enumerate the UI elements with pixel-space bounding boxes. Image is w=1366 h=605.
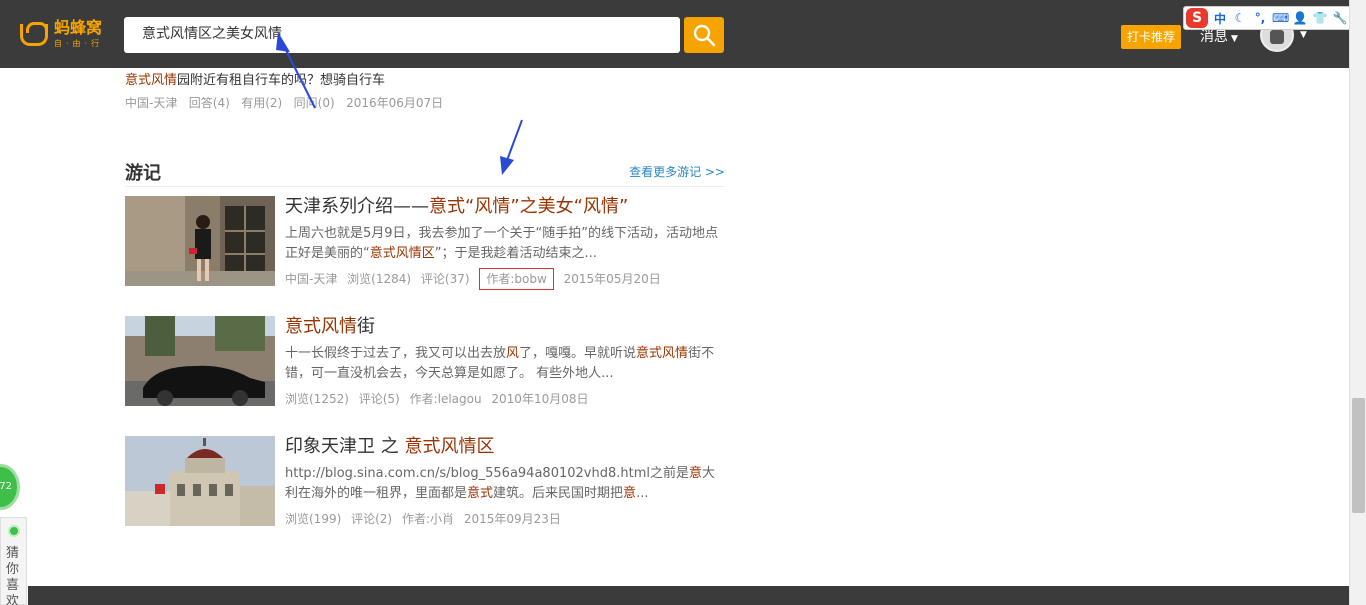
excerpt-highlight: 意式 [467,486,494,501]
qa-title-highlight: 意式风情 [125,73,178,88]
publish-date: 2010年10月08日 [491,392,589,406]
author[interactable]: 作者:bobw [479,268,554,290]
travelogue-thumbnail[interactable] [125,316,275,406]
title-text: 街 [357,316,375,337]
comment-count[interactable]: 评论(37) [421,272,470,286]
view-count: 浏览(1284) [347,272,412,286]
qa-meta: 中国-天津 回答(4) 有用(2) 同问(0) 2016年06月07日 [125,96,444,110]
excerpt-highlight: 意 [688,466,702,481]
top-header: 蚂蜂窝 自·由·行 打卡推荐 消息▼ ▼ [0,0,1349,68]
travelogue-title[interactable]: 意式风情街 [285,316,725,338]
publish-date: 2015年05月20日 [563,272,661,286]
travelogue-item: 印象天津卫 之 意式风情区 http://blog.sina.com.cn/s/… [125,436,725,528]
ime-keyboard-icon[interactable]: ⌨ [1272,11,1289,25]
excerpt-highlight: 风 [506,346,520,361]
footer-bar [28,586,1349,605]
travelogue-thumbnail[interactable] [125,436,275,526]
author[interactable]: 作者:lelagou [410,392,482,406]
more-travelogues-link[interactable]: 查看更多游记 >> [629,163,725,180]
sogou-ime-icon[interactable]: S [1186,8,1208,28]
progress-badge[interactable]: 72 [0,464,20,510]
search-input[interactable] [142,25,662,41]
comment-count[interactable]: 评论(2) [351,512,392,526]
scrollbar-thumb[interactable] [1352,398,1365,513]
section-title: 游记 [125,163,161,184]
ime-chinese-mode[interactable]: 中 [1212,10,1228,27]
comment-count[interactable]: 评论(5) [359,392,400,406]
guess-you-like-panel[interactable]: 猜你喜欢 [0,517,27,605]
excerpt-highlight: 意式风情区 [369,246,435,261]
ime-tools-icon[interactable]: 🔧 [1332,11,1348,25]
mafengwo-logo[interactable]: 蚂蜂窝 自·由·行 [20,20,103,49]
travelogue-meta: 浏览(1252) 评论(5) 作者:lelagou 2010年10月08日 [285,390,725,407]
title-highlight: 意式“风情”之美女“风情” [429,196,629,217]
ime-user-icon[interactable]: 👤 [1292,11,1308,25]
excerpt-text: ... [636,486,649,501]
checkin-recommend-button[interactable]: 打卡推荐 [1121,25,1181,49]
excerpt-text: 建筑。后来民国时期把 [493,486,624,501]
ime-punctuation-icon[interactable]: °, [1252,11,1268,25]
travelogue-meta: 中国-天津 浏览(1284) 评论(37) 作者:bobw 2015年05月20… [285,268,725,290]
view-count: 浏览(1252) [285,392,349,406]
qa-item: 意式风情园附近有租自行车的吗？想骑自行车 中国-天津 回答(4) 有用(2) 同… [125,72,725,111]
excerpt-text: 十一长假终于过去了，我又可以出去放 [285,346,507,361]
excerpt-text: ”；于是我趁着活动结束之... [434,246,597,261]
travelogue-item: 意式风情街 十一长假终于过去了，我又可以出去放风了，嘎嘎。早就听说意式风情街不错… [125,316,725,408]
travelogue-excerpt: http://blog.sina.com.cn/s/blog_556a94a80… [285,464,725,504]
title-text: 天津系列介绍—— [285,196,429,217]
publish-date: 2015年09月23日 [463,512,561,526]
search-icon [693,24,716,47]
qa-title[interactable]: 意式风情园附近有租自行车的吗？想骑自行车 [125,72,725,90]
chevron-down-icon: ▼ [1231,34,1238,44]
logo-text: 蚂蜂窝 [54,18,103,37]
vertical-scrollbar[interactable] [1349,0,1366,605]
travelogue-section-header: 游记 查看更多游记 >> [125,159,725,187]
status-dot-icon [8,525,20,537]
logo-subtitle: 自·由·行 [54,39,104,48]
travelogue-title[interactable]: 天津系列介绍——意式“风情”之美女“风情” [285,196,725,218]
search-box [124,17,680,53]
logo-mark-icon [20,21,48,46]
travelogue-title[interactable]: 印象天津卫 之 意式风情区 [285,436,725,458]
excerpt-text: 了，嘎嘎。早就听说 [519,346,637,361]
travelogue-thumbnail[interactable] [125,196,275,286]
ime-toolbar: S 中 ☾ °, ⌨ 👤 👕 🔧 [1183,6,1366,30]
travelogue-excerpt: 上周六也就是5月9日，我去参加了一个关于“随手拍”的线下活动，活动地点正好是美丽… [285,224,725,264]
view-count: 浏览(199) [285,512,342,526]
excerpt-highlight: 意式风情 [636,346,689,361]
excerpt-text: http://blog.sina.com.cn/s/blog_556a94a80… [285,466,689,481]
location[interactable]: 中国-天津 [285,272,337,286]
guess-you-like-label: 猜你喜欢 [6,546,20,605]
search-button[interactable] [684,17,724,53]
travelogue-item: 天津系列介绍——意式“风情”之美女“风情” 上周六也就是5月9日，我去参加了一个… [125,196,725,290]
title-highlight: 意式风情区 [404,436,495,457]
qa-title-rest: 园附近有租自行车的吗？想骑自行车 [177,73,386,88]
title-text: 印象天津卫 之 [285,436,405,457]
title-highlight: 意式风情 [285,316,357,337]
travelogue-excerpt: 十一长假终于过去了，我又可以出去放风了，嘎嘎。早就听说意式风情街不错，可一直没机… [285,344,725,384]
excerpt-highlight: 意 [623,486,637,501]
chevron-down-icon[interactable]: ▼ [1300,30,1307,40]
ime-skin-icon[interactable]: 👕 [1312,11,1328,25]
travelogue-meta: 浏览(199) 评论(2) 作者:小肖 2015年09月23日 [285,510,725,527]
author[interactable]: 作者:小肖 [402,512,454,526]
ime-halfwidth-icon[interactable]: ☾ [1232,11,1248,25]
messages-label: 消息 [1200,29,1228,45]
